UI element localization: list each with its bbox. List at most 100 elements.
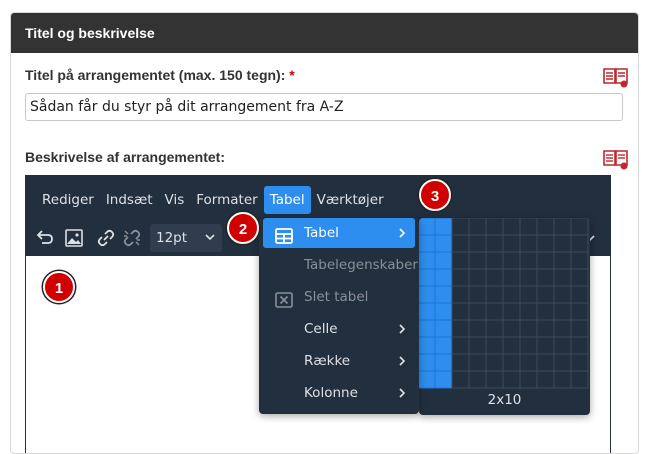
grid-cell[interactable] bbox=[570, 251, 589, 270]
grid-cell-selected[interactable] bbox=[434, 336, 453, 355]
grid-cell[interactable] bbox=[536, 370, 555, 389]
menu-vaerktoejer[interactable]: Værktøjer bbox=[311, 186, 390, 214]
grid-cell[interactable] bbox=[519, 370, 538, 389]
grid-cell-selected[interactable] bbox=[434, 218, 453, 236]
unlink-icon[interactable] bbox=[118, 224, 146, 252]
grid-cell[interactable] bbox=[451, 218, 470, 236]
grid-cell[interactable] bbox=[468, 251, 487, 270]
menu-rediger[interactable]: Rediger bbox=[36, 186, 100, 214]
grid-cell-selected[interactable] bbox=[434, 285, 453, 304]
menu-vis[interactable]: Vis bbox=[159, 186, 191, 214]
image-icon[interactable] bbox=[60, 224, 88, 252]
grid-cell[interactable] bbox=[536, 336, 555, 355]
grid-cell[interactable] bbox=[468, 234, 487, 253]
grid-cell-selected[interactable] bbox=[419, 218, 436, 236]
grid-cell[interactable] bbox=[451, 268, 470, 287]
grid-cell[interactable] bbox=[570, 336, 589, 355]
grid-cell[interactable] bbox=[519, 336, 538, 355]
grid-cell[interactable] bbox=[468, 218, 487, 236]
grid-cell[interactable] bbox=[502, 268, 521, 287]
grid-cell-selected[interactable] bbox=[419, 268, 436, 287]
grid-cell[interactable] bbox=[502, 302, 521, 321]
grid-cell[interactable] bbox=[553, 370, 572, 389]
grid-cell[interactable] bbox=[536, 353, 555, 372]
grid-cell[interactable] bbox=[485, 218, 504, 236]
grid-cell[interactable] bbox=[451, 370, 470, 389]
grid-cell[interactable] bbox=[468, 319, 487, 338]
grid-cell[interactable] bbox=[570, 218, 589, 236]
grid-cell-selected[interactable] bbox=[419, 336, 436, 355]
undo-icon[interactable] bbox=[30, 224, 58, 252]
grid-cell[interactable] bbox=[468, 285, 487, 304]
grid-cell-selected[interactable] bbox=[419, 353, 436, 372]
grid-cell[interactable] bbox=[485, 353, 504, 372]
grid-cell-selected[interactable] bbox=[434, 268, 453, 287]
grid-cell[interactable] bbox=[502, 218, 521, 236]
grid-cell-selected[interactable] bbox=[419, 234, 436, 253]
grid-cell[interactable] bbox=[502, 234, 521, 253]
grid-cell[interactable] bbox=[485, 251, 504, 270]
menu-item-celle[interactable]: Celle bbox=[263, 314, 415, 344]
grid-cell[interactable] bbox=[451, 251, 470, 270]
grid-cell-selected[interactable] bbox=[434, 370, 453, 389]
grid-cell[interactable] bbox=[570, 319, 589, 338]
grid-cell[interactable] bbox=[553, 218, 572, 236]
grid-cell-selected[interactable] bbox=[434, 302, 453, 321]
grid-cell[interactable] bbox=[536, 234, 555, 253]
menu-tabel[interactable]: Tabel bbox=[263, 186, 311, 214]
menu-item-kolonne[interactable]: Kolonne bbox=[263, 378, 415, 408]
menu-item-raekke[interactable]: Række bbox=[263, 346, 415, 376]
grid-cell-selected[interactable] bbox=[434, 319, 453, 338]
menu-formater[interactable]: Formater bbox=[190, 186, 263, 214]
grid-cell[interactable] bbox=[451, 353, 470, 372]
grid-cell[interactable] bbox=[536, 268, 555, 287]
grid-cell[interactable] bbox=[485, 336, 504, 355]
grid-cell[interactable] bbox=[553, 251, 572, 270]
grid-cell[interactable] bbox=[485, 285, 504, 304]
menu-indsaet[interactable]: Indsæt bbox=[100, 186, 159, 214]
grid-cell[interactable] bbox=[536, 285, 555, 304]
grid-cell[interactable] bbox=[485, 302, 504, 321]
grid-cell[interactable] bbox=[570, 268, 589, 287]
grid-cell[interactable] bbox=[485, 268, 504, 287]
grid-cell[interactable] bbox=[536, 319, 555, 338]
grid-cell[interactable] bbox=[553, 336, 572, 355]
grid-cell[interactable] bbox=[485, 370, 504, 389]
grid-cell[interactable] bbox=[536, 302, 555, 321]
grid-cell[interactable] bbox=[502, 353, 521, 372]
grid-cell[interactable] bbox=[570, 234, 589, 253]
grid-cell[interactable] bbox=[468, 268, 487, 287]
grid-cell-selected[interactable] bbox=[419, 370, 436, 389]
grid-cell-selected[interactable] bbox=[419, 302, 436, 321]
table-grid[interactable] bbox=[419, 218, 590, 390]
grid-cell[interactable] bbox=[536, 218, 555, 236]
grid-cell[interactable] bbox=[519, 285, 538, 304]
grid-cell[interactable] bbox=[536, 251, 555, 270]
grid-cell[interactable] bbox=[519, 268, 538, 287]
grid-cell[interactable] bbox=[553, 285, 572, 304]
grid-cell[interactable] bbox=[570, 370, 589, 389]
grid-cell[interactable] bbox=[502, 319, 521, 338]
grid-cell[interactable] bbox=[553, 319, 572, 338]
grid-cell[interactable] bbox=[519, 302, 538, 321]
grid-cell[interactable] bbox=[553, 268, 572, 287]
grid-cell[interactable] bbox=[451, 234, 470, 253]
link-icon[interactable] bbox=[92, 224, 120, 252]
grid-cell[interactable] bbox=[570, 353, 589, 372]
grid-cell[interactable] bbox=[570, 302, 589, 321]
grid-cell-selected[interactable] bbox=[434, 234, 453, 253]
grid-cell[interactable] bbox=[468, 302, 487, 321]
title-input[interactable]: Sådan får du styr på dit arrangement fra… bbox=[25, 93, 623, 121]
grid-cell[interactable] bbox=[519, 353, 538, 372]
grid-cell[interactable] bbox=[502, 285, 521, 304]
grid-cell[interactable] bbox=[468, 370, 487, 389]
grid-cell[interactable] bbox=[451, 336, 470, 355]
grid-cell[interactable] bbox=[519, 234, 538, 253]
grid-cell[interactable] bbox=[485, 319, 504, 338]
grid-cell[interactable] bbox=[519, 218, 538, 236]
grid-cell-selected[interactable] bbox=[419, 319, 436, 338]
font-size-select[interactable]: 12pt bbox=[150, 224, 222, 252]
grid-cell[interactable] bbox=[519, 251, 538, 270]
grid-cell[interactable] bbox=[502, 370, 521, 389]
grid-cell[interactable] bbox=[451, 319, 470, 338]
